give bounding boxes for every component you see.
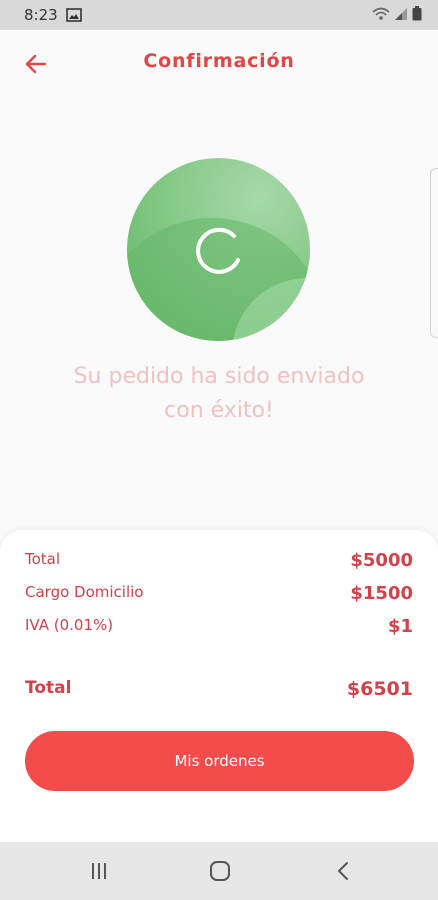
total-label: Total <box>25 678 72 698</box>
summary-row-tax: IVA (0.01%) $1 <box>25 616 413 637</box>
total-value: $6501 <box>346 678 413 700</box>
summary-row-total: Total $6501 <box>25 678 413 700</box>
status-time: 8:23 <box>24 6 58 24</box>
recents-button[interactable] <box>84 856 114 886</box>
summary-label: IVA (0.01%) <box>25 616 114 634</box>
status-bar: 8:23 <box>0 0 438 30</box>
image-icon <box>65 8 82 22</box>
page-title: Confirmación <box>143 50 295 72</box>
message-line-1: Su pedido ha sido enviado <box>73 364 365 389</box>
summary-label: Total <box>25 550 61 568</box>
back-icon <box>338 862 348 880</box>
recents-icon <box>92 863 106 879</box>
message-line-2: con éxito! <box>164 398 274 423</box>
loading-spinner-icon <box>196 227 240 274</box>
summary-value: $1 <box>387 616 413 637</box>
summary-row-delivery: Cargo Domicilio $1500 <box>25 583 413 604</box>
success-message: Su pedido ha sido enviado con éxito! <box>0 360 438 428</box>
order-summary-card: Total $5000 Cargo Domicilio $1500 IVA (0… <box>0 530 438 842</box>
summary-value: $1500 <box>350 583 413 604</box>
my-orders-button[interactable]: Mis ordenes <box>25 731 414 791</box>
edge-panel-handle[interactable] <box>430 168 438 338</box>
summary-label: Cargo Domicilio <box>25 583 144 601</box>
home-button[interactable] <box>205 856 235 886</box>
wifi-icon <box>372 6 390 25</box>
app-bar: Confirmación <box>0 30 438 94</box>
status-icons <box>372 5 422 25</box>
battery-icon <box>412 5 422 25</box>
system-back-button[interactable] <box>328 856 358 886</box>
summary-value: $5000 <box>350 550 413 571</box>
home-icon <box>210 861 230 881</box>
signal-icon <box>394 6 408 25</box>
summary-row-subtotal: Total $5000 <box>25 550 413 571</box>
system-nav-bar <box>0 842 438 900</box>
